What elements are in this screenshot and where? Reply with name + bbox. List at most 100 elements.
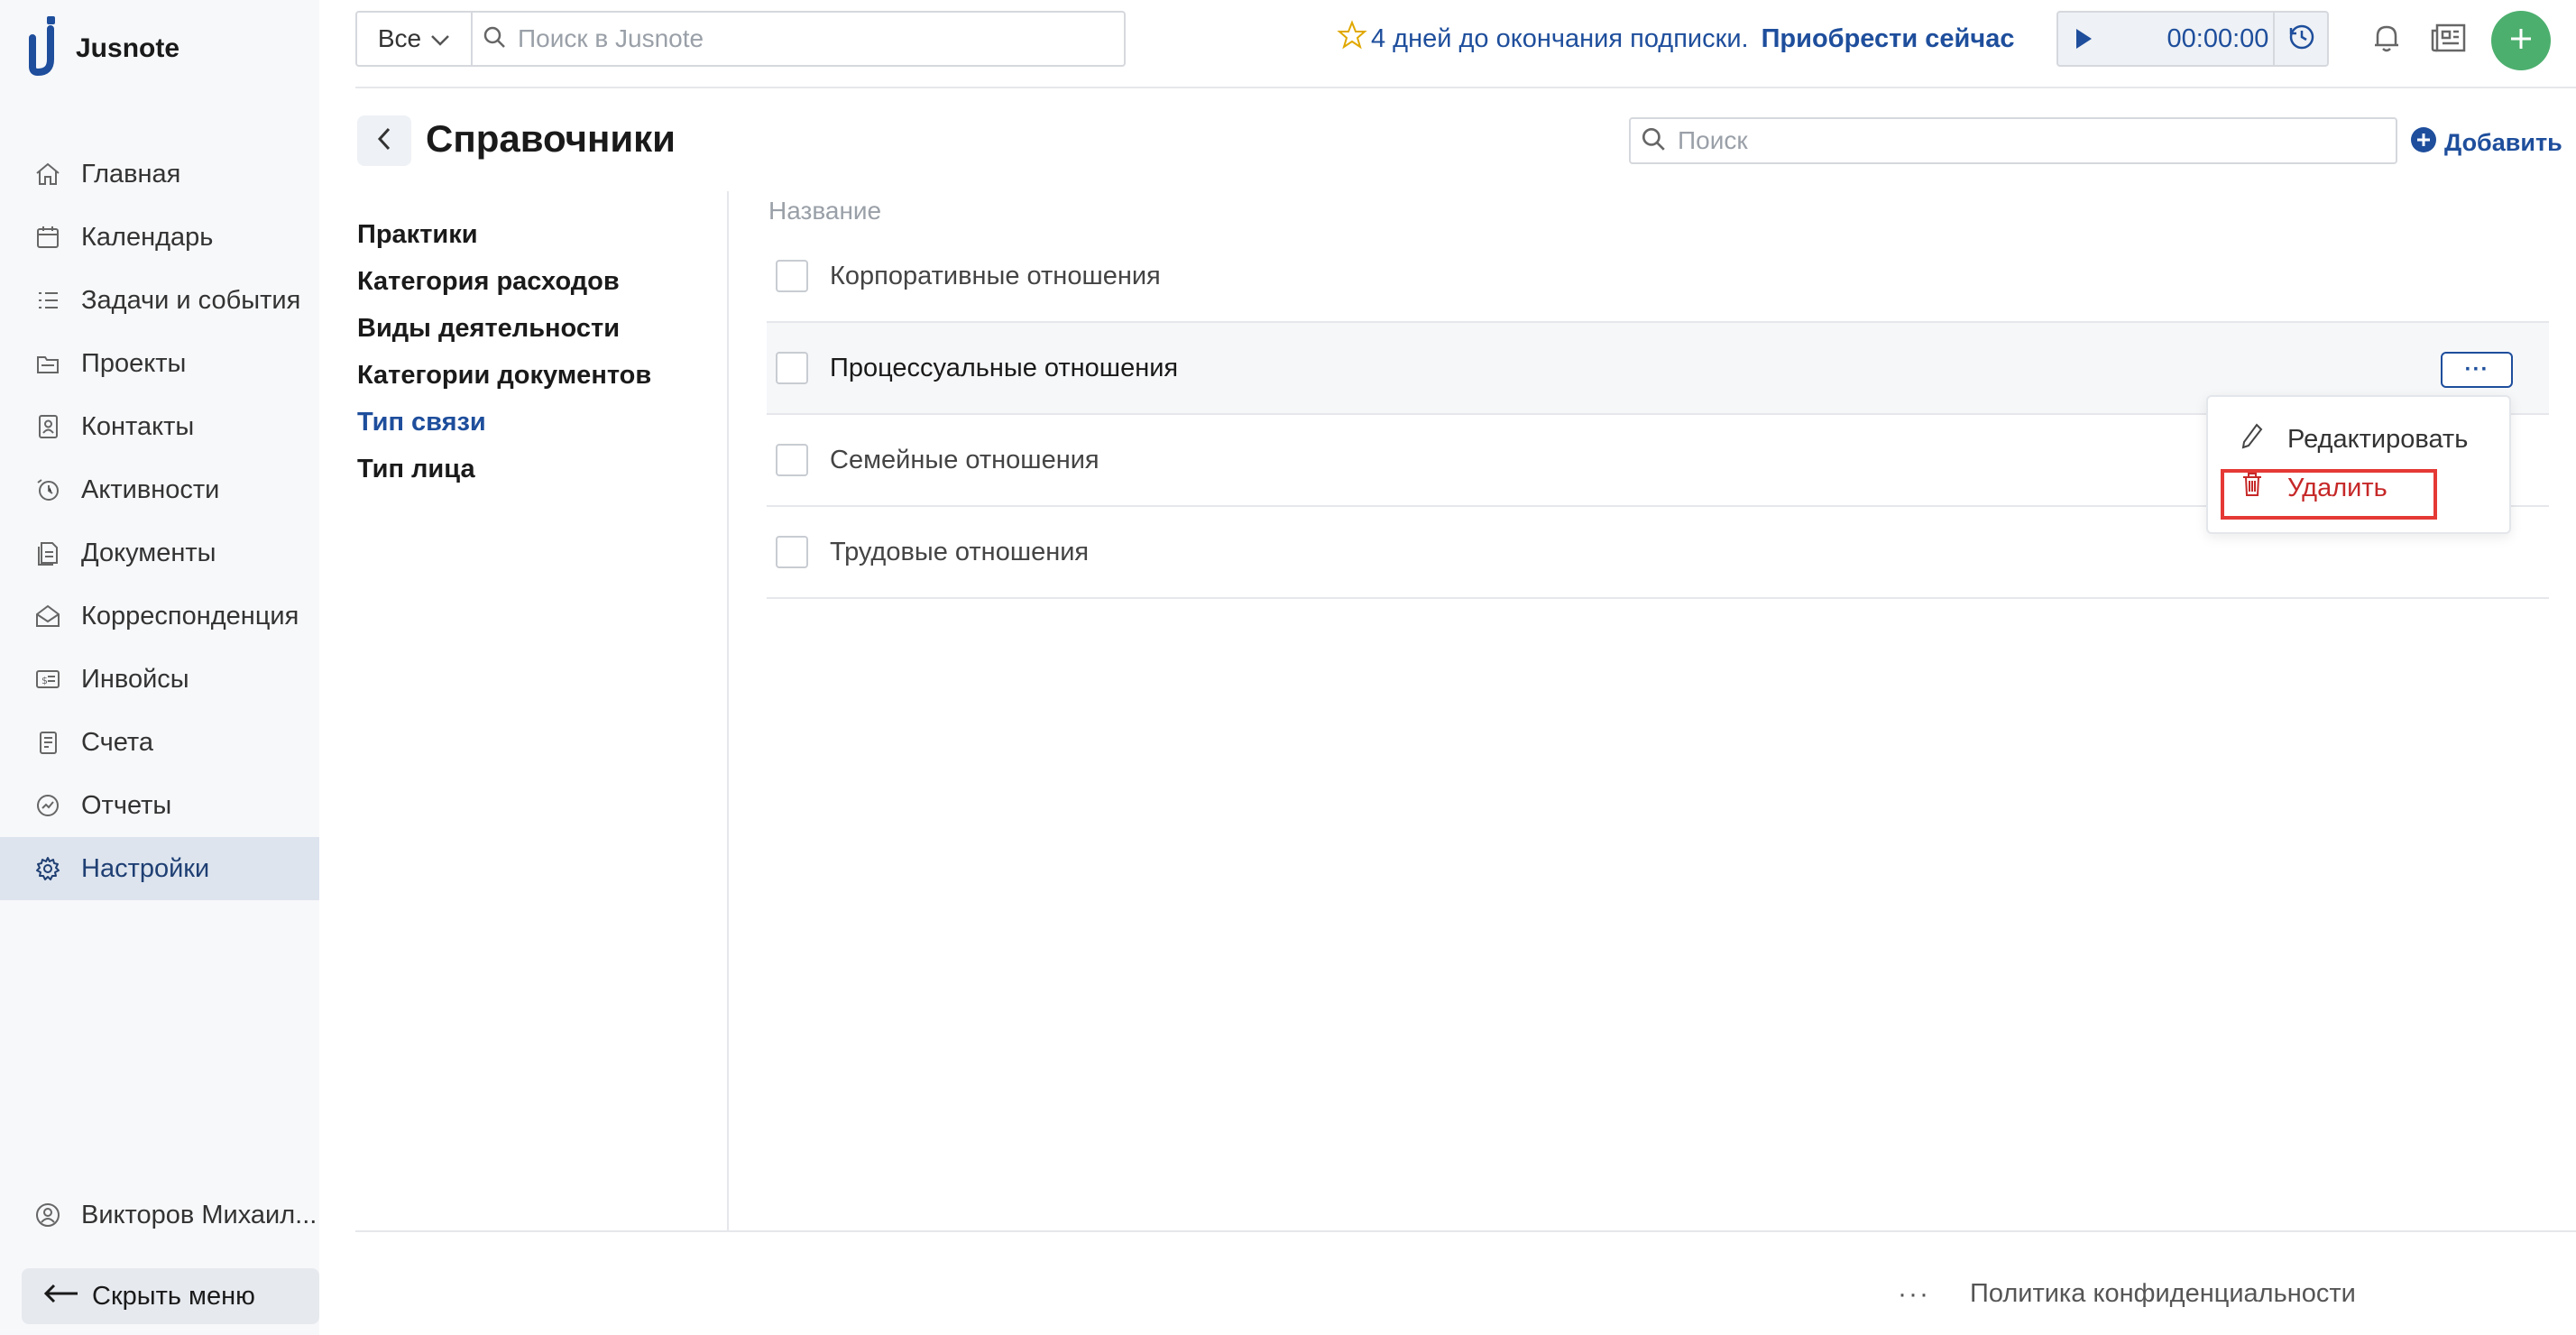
- subscription-notice: 4 дней до окончания подписки. Приобрести…: [1337, 20, 2014, 58]
- reports-icon: [32, 790, 63, 821]
- list-search-input[interactable]: [1678, 126, 2363, 155]
- mail-icon: [32, 601, 63, 631]
- sidebar-item-invoices[interactable]: $ Инвойсы: [0, 648, 319, 711]
- subscription-text: 4 дней до окончания подписки.: [1371, 23, 1749, 53]
- sidebar-item-label: Контакты: [81, 411, 195, 441]
- sidebar-item-label: Задачи и события: [81, 285, 301, 315]
- user-name: Викторов Михаил...: [81, 1200, 317, 1229]
- sidebar-item-label: Активности: [81, 474, 220, 504]
- sidebar-item-label: Главная: [81, 159, 181, 189]
- add-button[interactable]: Добавить: [2410, 126, 2562, 160]
- footer-divider: [355, 1230, 2576, 1232]
- sidebar-item-projects[interactable]: Проекты: [0, 332, 319, 395]
- play-icon[interactable]: [2058, 27, 2109, 51]
- directory-item-person-type[interactable]: Тип лица: [357, 446, 651, 493]
- newspaper-icon: [2430, 23, 2468, 60]
- sidebar-item-reports[interactable]: Отчеты: [0, 774, 319, 837]
- sidebar-item-tasks[interactable]: Задачи и события: [0, 269, 319, 332]
- jusnote-logo-icon: [29, 16, 65, 81]
- accounts-icon: [32, 727, 63, 758]
- row-label: Семейные отношения: [830, 445, 1099, 474]
- edit-menu-item[interactable]: Редактировать: [2240, 422, 2468, 456]
- sidebar: Jusnote Главная Календарь Задачи и событ…: [0, 0, 319, 1335]
- documents-icon: [32, 538, 63, 568]
- row-checkbox[interactable]: [776, 536, 808, 568]
- back-button[interactable]: [357, 115, 411, 166]
- directory-item-document-categories[interactable]: Категории документов: [357, 352, 651, 399]
- bell-icon: [2369, 25, 2405, 60]
- sidebar-item-label: Проекты: [81, 348, 187, 378]
- row-label: Корпоративные отношения: [830, 261, 1161, 290]
- row-context-menu: Редактировать Удалить: [2206, 395, 2511, 534]
- gear-icon: [32, 853, 63, 884]
- news-button[interactable]: [2430, 20, 2468, 60]
- row-checkbox[interactable]: [776, 444, 808, 476]
- invoice-icon: $: [32, 664, 63, 695]
- sidebar-item-label: Документы: [81, 538, 216, 567]
- directory-item-relation-type[interactable]: Тип связи: [357, 399, 651, 446]
- row-label: Трудовые отношения: [830, 537, 1090, 566]
- quick-add-button[interactable]: [2491, 11, 2551, 70]
- sidebar-item-label: Календарь: [81, 222, 214, 252]
- chevron-down-icon: [430, 24, 450, 53]
- sidebar-item-documents[interactable]: Документы: [0, 521, 319, 585]
- footer-more-button[interactable]: ···: [1898, 1279, 1930, 1310]
- row-actions-button[interactable]: ···: [2441, 352, 2513, 388]
- add-button-label: Добавить: [2444, 129, 2562, 156]
- directory-item-activity-types[interactable]: Виды деятельности: [357, 305, 651, 352]
- arrow-left-icon: [43, 1282, 79, 1312]
- sidebar-item-home[interactable]: Главная: [0, 143, 319, 206]
- pencil-icon: [2240, 422, 2264, 456]
- sidebar-item-correspondence[interactable]: Корреспонденция: [0, 585, 319, 648]
- sidebar-item-activity[interactable]: Активности: [0, 458, 319, 521]
- sidebar-item-label: Инвойсы: [81, 664, 189, 694]
- user-profile[interactable]: Викторов Михаил...: [32, 1200, 317, 1230]
- sidebar-item-label: Настройки: [81, 853, 210, 883]
- sidebar-item-calendar[interactable]: Календарь: [0, 206, 319, 269]
- table-row[interactable]: Корпоративные отношения: [767, 231, 2549, 323]
- row-label: Процессуальные отношения: [830, 353, 1179, 382]
- sidebar-item-settings[interactable]: Настройки: [0, 837, 319, 900]
- search-icon: [482, 24, 507, 54]
- page-title: Справочники: [426, 117, 676, 160]
- sidebar-item-accounts[interactable]: Счета: [0, 711, 319, 774]
- directory-nav: Практики Категория расходов Виды деятель…: [357, 211, 651, 493]
- row-checkbox[interactable]: [776, 260, 808, 292]
- directory-item-expense-categories[interactable]: Категория расходов: [357, 258, 651, 305]
- projects-icon: [32, 348, 63, 379]
- list-search: [1629, 117, 2397, 164]
- sidebar-item-label: Отчеты: [81, 790, 172, 820]
- global-search: Все: [355, 11, 1126, 67]
- timer-history-button[interactable]: [2273, 11, 2329, 67]
- hide-menu-label: Скрыть меню: [92, 1281, 255, 1311]
- app-logo[interactable]: Jusnote: [29, 16, 179, 81]
- search-icon: [1640, 125, 1667, 157]
- top-bar: Все 4 дней до окончания подписки. Приобр…: [355, 0, 2576, 88]
- tasks-icon: [32, 285, 63, 316]
- column-header-name: Название: [768, 197, 882, 225]
- edit-label: Редактировать: [2287, 424, 2469, 454]
- directory-item-practices[interactable]: Практики: [357, 211, 651, 258]
- search-scope-select[interactable]: Все: [357, 13, 473, 65]
- home-icon: [32, 159, 63, 189]
- sidebar-item-contacts[interactable]: Контакты: [0, 395, 319, 458]
- plus-icon: [2507, 25, 2535, 57]
- svg-text:$: $: [41, 675, 48, 686]
- star-icon: [1337, 20, 1367, 58]
- hide-menu-button[interactable]: Скрыть меню: [22, 1268, 319, 1324]
- row-checkbox[interactable]: [776, 352, 808, 384]
- buy-now-link[interactable]: Приобрести сейчас: [1762, 24, 2015, 54]
- global-search-input[interactable]: [518, 24, 1059, 53]
- activity-icon: [32, 474, 63, 505]
- notifications-button[interactable]: [2369, 20, 2405, 60]
- user-avatar-icon: [32, 1200, 63, 1230]
- contacts-icon: [32, 411, 63, 442]
- delete-highlight-box: [2221, 469, 2437, 520]
- global-search-field: [473, 13, 1124, 65]
- main-nav: Главная Календарь Задачи и события Проек…: [0, 143, 319, 900]
- chevron-left-icon: [377, 127, 391, 155]
- sidebar-item-label: Счета: [81, 727, 153, 757]
- column-divider: [727, 191, 729, 1232]
- sidebar-item-label: Корреспонденция: [81, 601, 299, 631]
- privacy-policy-link[interactable]: Политика конфиденциальности: [1970, 1279, 2356, 1309]
